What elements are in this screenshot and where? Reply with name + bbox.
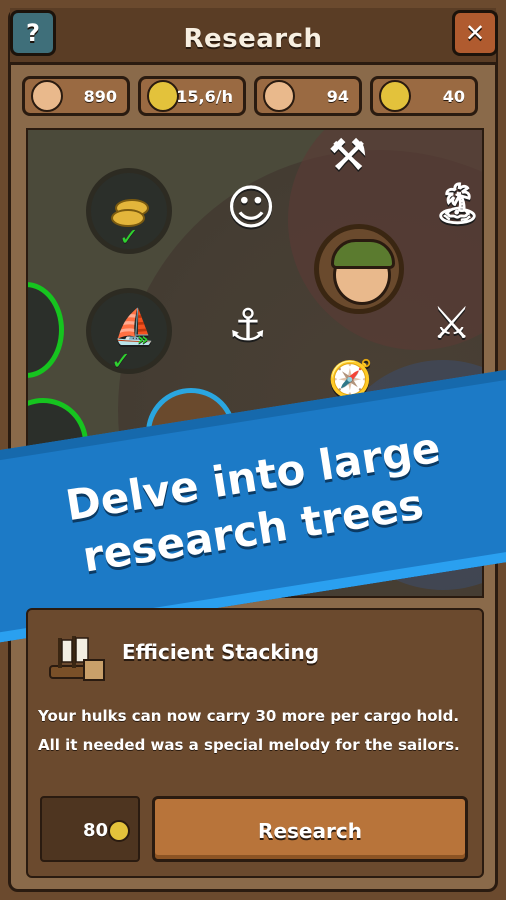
avatar <box>314 224 404 314</box>
resource-bar: 890 15,6/h 94 40 <box>22 76 482 118</box>
cost-value: 80 <box>82 820 108 841</box>
pirate-head-icon <box>31 80 63 112</box>
stat-research-rate: 15,6/h <box>138 76 246 116</box>
stat-research-points: 40 <box>370 76 478 116</box>
stat-researchers: 94 <box>254 76 362 116</box>
anchor-icon[interactable]: ⚓ <box>228 300 267 351</box>
lightbulb-upgrade-icon <box>379 80 411 112</box>
stat-value: 15,6/h <box>176 86 233 106</box>
stat-value: 40 <box>442 86 465 106</box>
arrows-icon: » <box>137 329 149 350</box>
research-node-ship[interactable]: ⛵ ✓ » <box>86 288 172 375</box>
research-button[interactable]: Research <box>152 796 468 862</box>
research-cost: 80 <box>40 796 140 862</box>
lightbulb-plus-icon <box>147 80 179 112</box>
stat-value: 890 <box>83 86 117 106</box>
header-bar: Research <box>10 8 496 65</box>
close-button[interactable]: ✕ <box>452 10 498 56</box>
close-icon: ✕ <box>464 19 486 47</box>
research-node-coins[interactable]: ✓ <box>86 168 172 254</box>
research-description: Your hulks can now carry 30 more per car… <box>38 707 460 754</box>
research-button-label: Research <box>258 819 362 843</box>
pirate-lightbulb-icon <box>263 80 295 112</box>
crossed-swords-icon[interactable]: ⚔ <box>432 298 471 349</box>
pirate-cap <box>331 239 395 269</box>
island-icon[interactable]: 🏝 <box>432 180 482 227</box>
research-points-icon <box>108 820 130 842</box>
smiley-icon[interactable]: ☺ <box>226 180 276 236</box>
stat-value: 94 <box>326 86 349 106</box>
ship-sail-icon: ⛵ <box>113 307 156 347</box>
cargo-ship-icon <box>49 636 105 681</box>
help-button[interactable]: ? <box>10 10 56 56</box>
check-icon: ✓ <box>111 347 132 375</box>
research-title: Efficient Stacking <box>122 640 320 664</box>
question-icon: ? <box>26 19 40 47</box>
check-icon: ✓ <box>119 223 140 251</box>
page-title: Research <box>183 24 323 54</box>
hammer-icon[interactable]: ⚒ <box>328 130 367 181</box>
stat-pirates: 890 <box>22 76 130 116</box>
research-node-available[interactable] <box>28 282 64 378</box>
